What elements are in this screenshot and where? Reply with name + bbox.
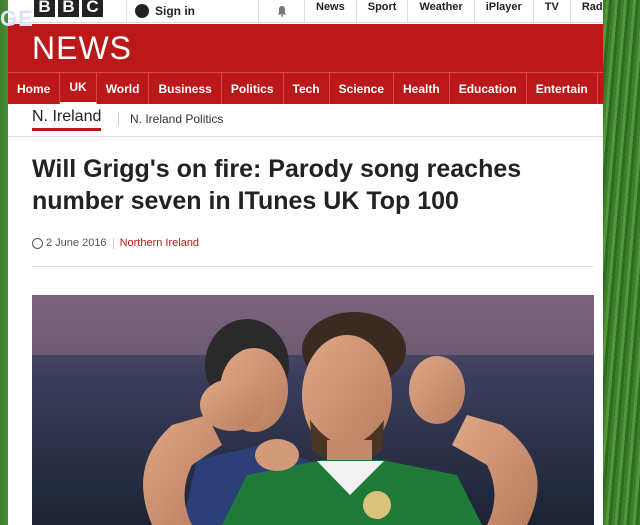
overlay-text-fragment: GE	[0, 6, 34, 31]
nav-home[interactable]: Home	[8, 73, 61, 105]
bell-icon	[277, 6, 286, 17]
global-nav-radio[interactable]: Radio	[569, 0, 603, 22]
article-meta: 2 June 2016 Northern Ireland	[32, 237, 199, 249]
notifications-bell-button[interactable]	[258, 0, 304, 22]
nav-politics[interactable]: Politics	[222, 73, 284, 105]
nav-world[interactable]: World	[97, 73, 150, 105]
nav-health[interactable]: Health	[394, 73, 450, 105]
bbc-logo-letter: B	[58, 0, 79, 17]
nav-entertainment[interactable]: Entertain	[527, 73, 598, 105]
article-date: 2 June 2016	[46, 237, 107, 249]
nav-tech[interactable]: Tech	[284, 73, 330, 105]
subnav-n-ireland[interactable]: N. Ireland	[32, 108, 102, 131]
nav-uk[interactable]: UK	[60, 73, 97, 105]
sub-nav: N. Ireland N. Ireland Politics	[8, 104, 603, 137]
nav-business[interactable]: Business	[149, 73, 222, 105]
global-nav-news[interactable]: News	[304, 0, 356, 22]
news-logo[interactable]: NEWS	[32, 30, 132, 67]
article-headline: Will Grigg's on fire: Parody song reache…	[32, 155, 522, 215]
bbc-top-bar: B B C Sign in News Sport Weather iPlayer…	[8, 0, 603, 23]
sign-in-label: Sign in	[155, 4, 195, 18]
nav-science[interactable]: Science	[330, 73, 395, 105]
bbc-news-page: B B C Sign in News Sport Weather iPlayer…	[8, 0, 603, 525]
global-nav-sport[interactable]: Sport	[355, 0, 408, 22]
clock-icon	[32, 237, 43, 249]
article-section-link[interactable]: Northern Ireland	[120, 237, 200, 249]
news-banner: NEWS	[8, 24, 603, 72]
subnav-divider	[118, 112, 119, 126]
global-nav-iplayer[interactable]: iPlayer	[473, 0, 533, 22]
global-nav-weather[interactable]: Weather	[407, 0, 473, 22]
footballer-celebration-photo	[32, 295, 594, 525]
bbc-logo[interactable]: B B C	[34, 0, 103, 17]
divider-line	[32, 266, 593, 267]
bbc-logo-letter: C	[82, 0, 103, 17]
global-nav-tv[interactable]: TV	[532, 0, 570, 22]
sign-in-link[interactable]: Sign in	[126, 0, 195, 22]
news-section-nav: Home UK World Business Politics Tech Sci…	[8, 72, 603, 105]
nav-education[interactable]: Education	[450, 73, 527, 105]
grass-background-left	[0, 0, 8, 525]
bbc-logo-letter: B	[34, 0, 55, 17]
user-icon	[135, 4, 149, 18]
article-hero-image	[32, 295, 594, 525]
bbc-global-nav: News Sport Weather iPlayer TV Radio	[304, 0, 603, 22]
grass-background-right	[603, 0, 640, 525]
meta-divider	[112, 237, 114, 249]
subnav-n-ireland-politics[interactable]: N. Ireland Politics	[130, 112, 223, 126]
